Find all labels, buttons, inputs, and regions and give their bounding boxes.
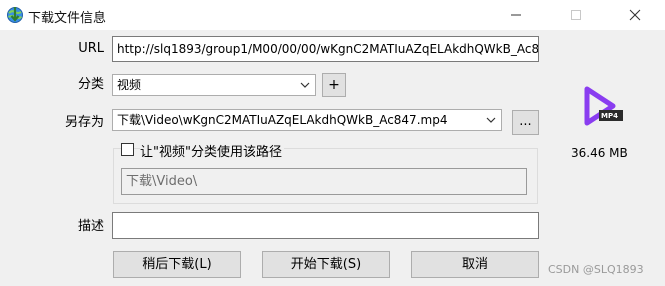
idm-globe-icon xyxy=(6,6,24,24)
close-icon xyxy=(629,9,641,21)
download-file-info-dialog: 下载文件信息 URL http://slq1893/group1/M00/00/… xyxy=(0,0,665,286)
description-label: 描述 xyxy=(77,219,104,234)
file-size: 36.46 MB xyxy=(571,146,628,160)
remember-path-label[interactable]: 让"视频"分类使用该路径 xyxy=(140,141,284,160)
close-button[interactable] xyxy=(612,0,658,30)
window-title: 下载文件信息 xyxy=(28,11,107,26)
cancel-button[interactable]: 取消 xyxy=(411,251,539,278)
category-select[interactable]: 视频 xyxy=(112,74,316,96)
category-label: 分类 xyxy=(77,77,104,92)
saveas-value: 下载\Video\wKgnC2MATIuAZqELAkdhQWkB_Ac847.… xyxy=(117,113,448,127)
maximize-button[interactable] xyxy=(553,0,599,30)
description-input[interactable] xyxy=(112,212,539,239)
saveas-label: 另存为 xyxy=(64,115,104,130)
mp4-play-icon: MP4 xyxy=(581,86,625,126)
title-bar[interactable]: 下载文件信息 xyxy=(0,0,665,30)
minimize-icon xyxy=(511,14,521,16)
mp4-badge: MP4 xyxy=(601,112,618,120)
minimize-button[interactable] xyxy=(493,0,539,30)
download-later-button[interactable]: 稍后下载(L) xyxy=(113,251,241,278)
category-value: 视频 xyxy=(117,78,142,92)
remember-path-checkbox[interactable] xyxy=(121,143,134,156)
maximize-icon xyxy=(571,10,581,20)
browse-button[interactable]: ... xyxy=(512,110,539,135)
saveas-select[interactable]: 下载\Video\wKgnC2MATIuAZqELAkdhQWkB_Ac847.… xyxy=(112,109,502,131)
url-label: URL xyxy=(78,41,104,56)
start-download-button[interactable]: 开始下载(S) xyxy=(262,251,390,278)
chevron-down-icon xyxy=(486,117,496,123)
watermark: CSDN @SLQ1893 xyxy=(548,263,644,276)
category-path-field: 下载\Video\ xyxy=(121,168,527,195)
url-field[interactable]: http://slq1893/group1/M00/00/00/wKgnC2MA… xyxy=(112,36,539,62)
add-category-button[interactable]: + xyxy=(322,73,346,97)
chevron-down-icon xyxy=(300,82,310,88)
